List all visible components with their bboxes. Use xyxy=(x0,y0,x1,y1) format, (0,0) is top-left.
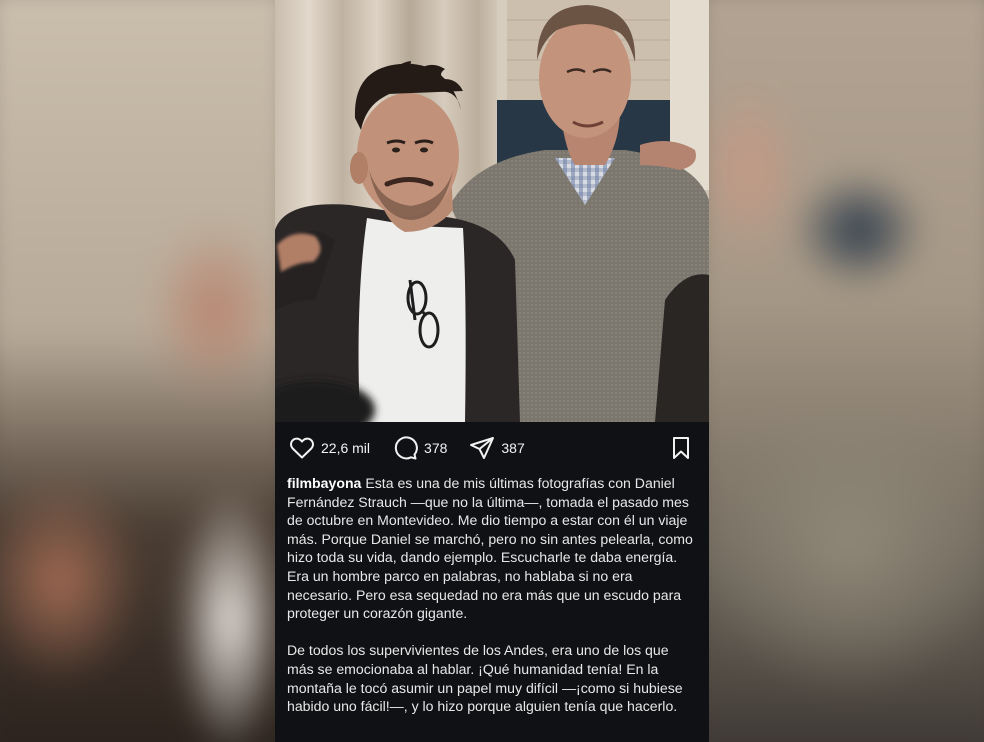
likes-count: 22,6 mil xyxy=(321,440,371,456)
like-button[interactable]: 22,6 mil xyxy=(289,436,370,460)
blurred-background-left xyxy=(0,0,275,742)
comment-button[interactable]: 378 xyxy=(392,435,447,461)
share-button[interactable]: 387 xyxy=(469,436,525,460)
heart-icon xyxy=(290,437,314,459)
caption-text-1: Esta es una de mis últimas fotografías c… xyxy=(287,475,693,622)
paper-plane-icon xyxy=(470,437,495,459)
post-photo[interactable] xyxy=(275,0,709,422)
blurred-background-right xyxy=(709,0,984,742)
caption-paragraph-1: filmbayona Esta es una de mis últimas fo… xyxy=(287,474,699,623)
post-caption: filmbayona Esta es una de mis últimas fo… xyxy=(287,474,699,716)
save-button[interactable] xyxy=(671,436,691,460)
bookmark-icon xyxy=(673,437,689,459)
caption-paragraph-2: De todos los supervivientes de los Andes… xyxy=(287,642,683,715)
instagram-post: 22,6 mil 378 387 filmbayona Esta es una … xyxy=(275,0,709,742)
post-actions-bar: 22,6 mil 378 387 xyxy=(275,422,709,474)
shares-count: 387 xyxy=(501,440,525,456)
comments-count: 378 xyxy=(424,440,448,456)
post-username[interactable]: filmbayona xyxy=(287,475,361,491)
comment-bubble-icon xyxy=(394,436,418,460)
